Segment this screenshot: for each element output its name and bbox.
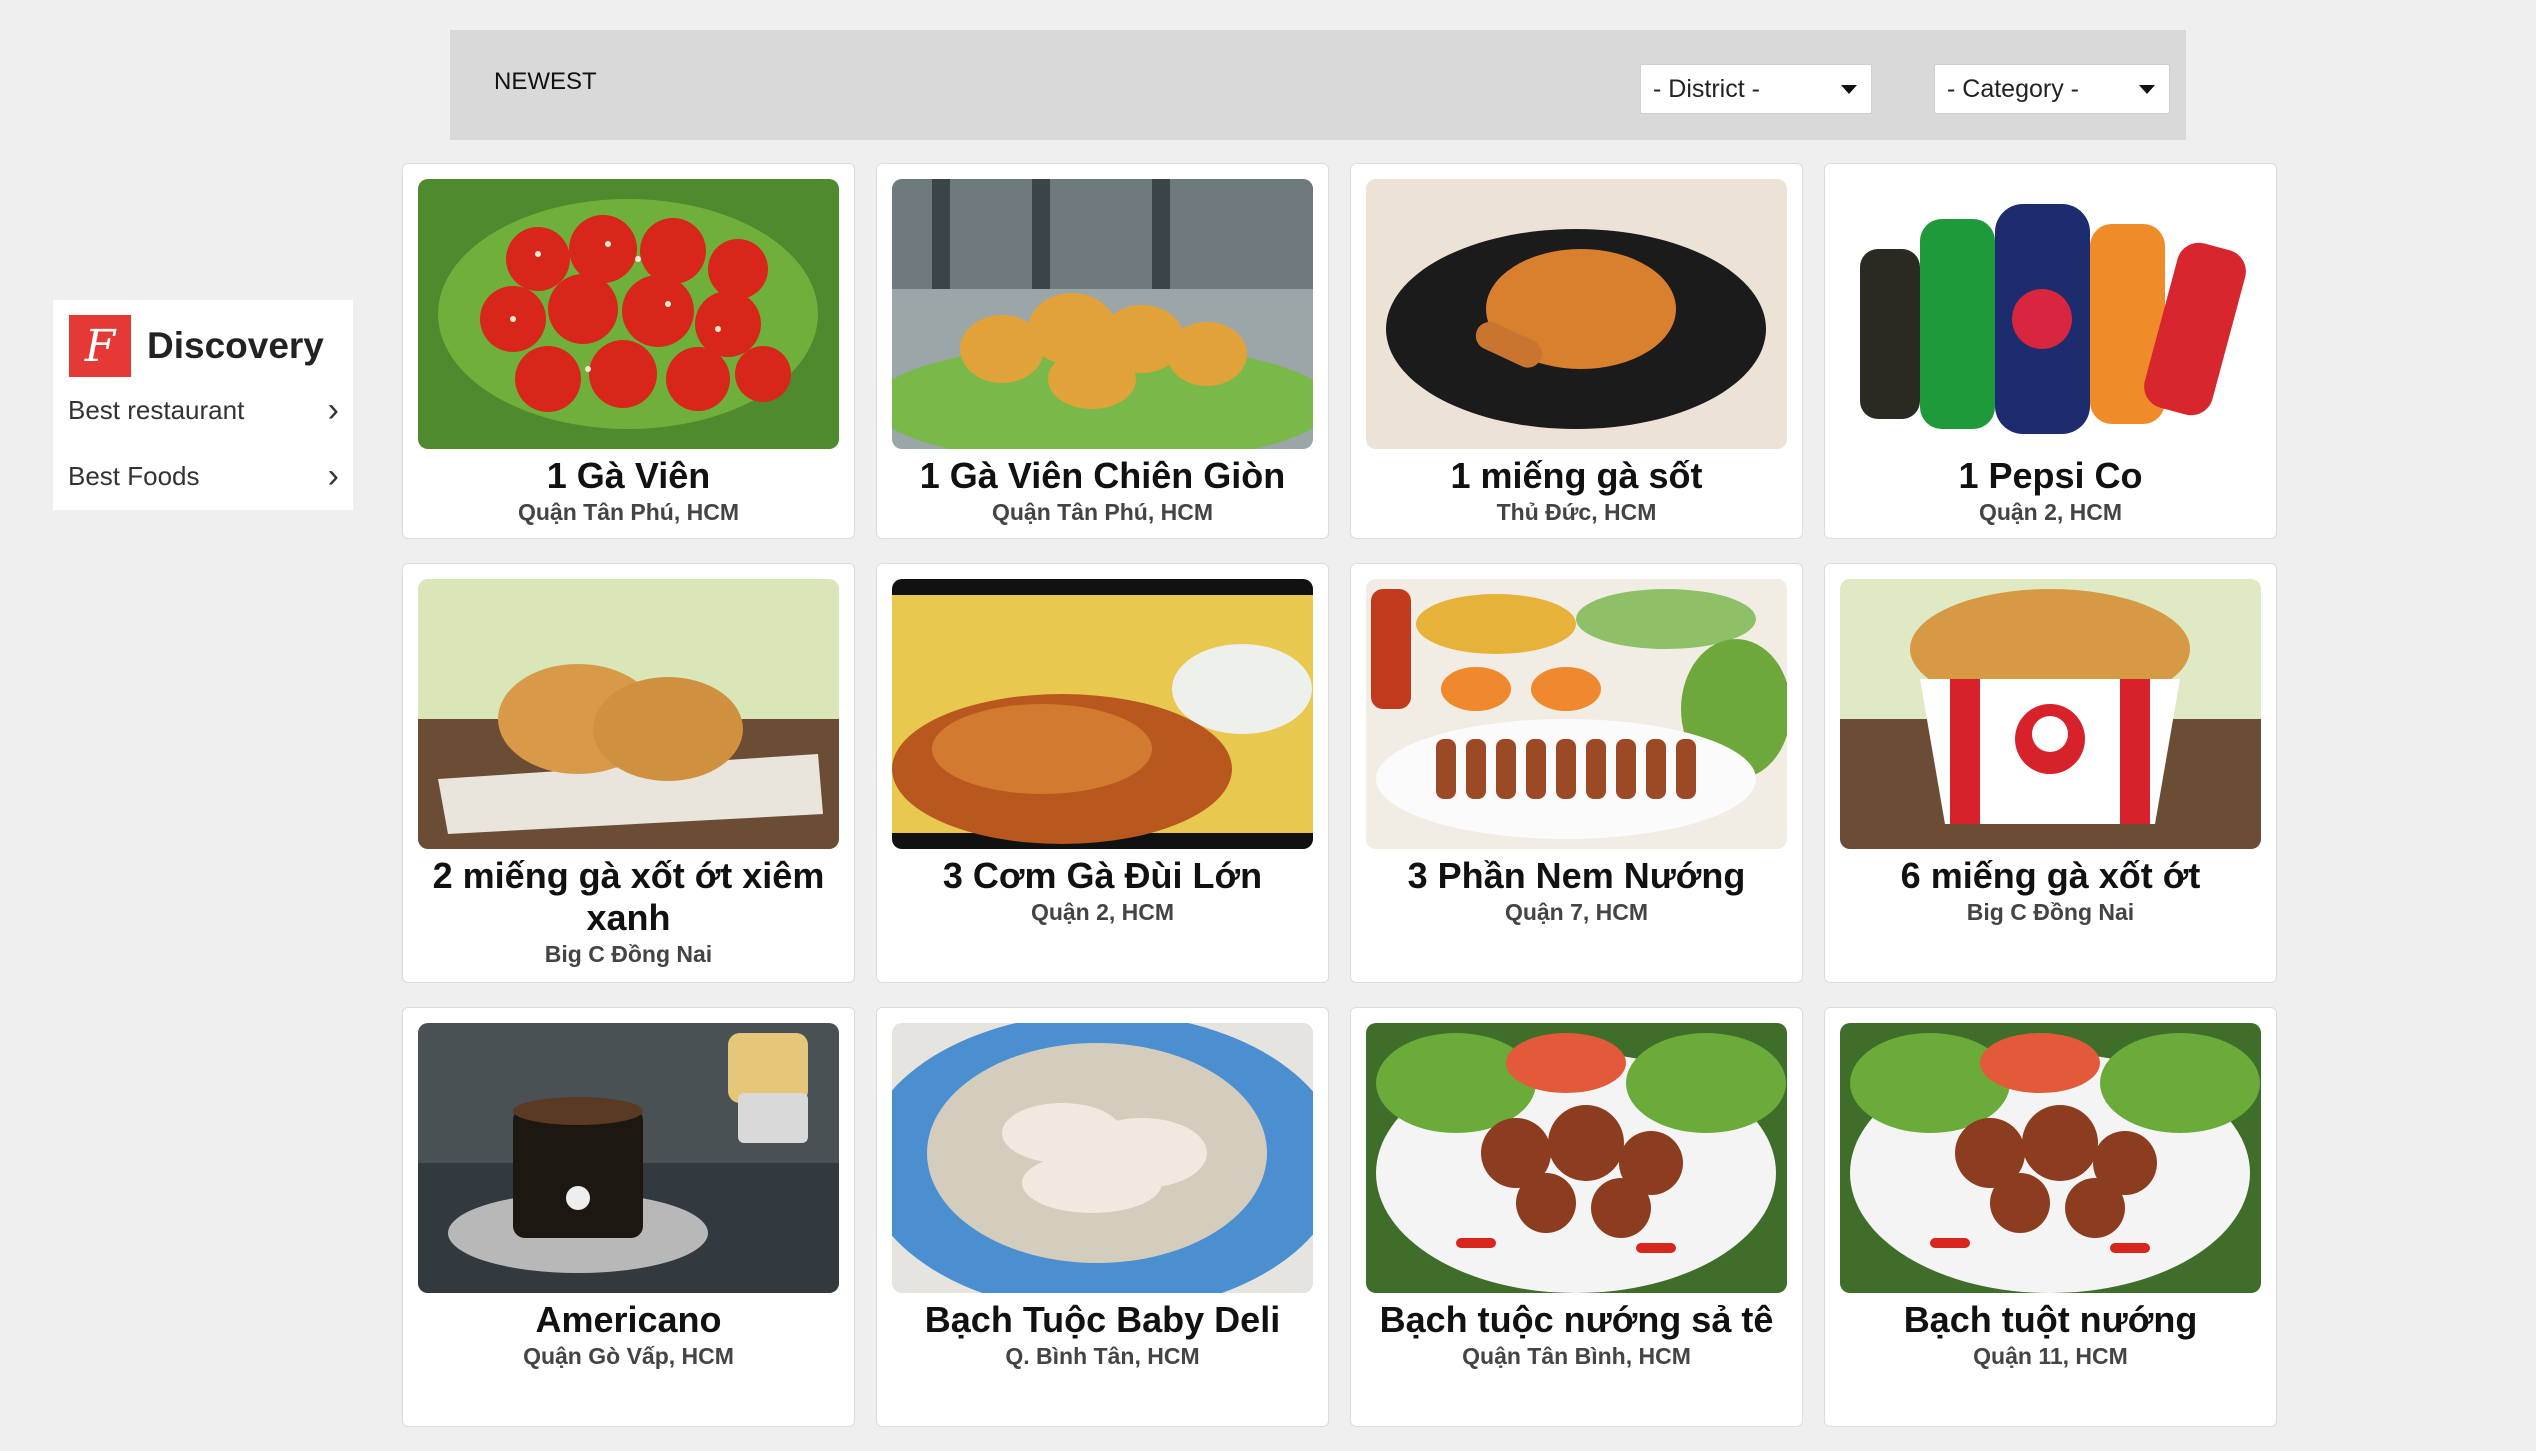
food-card[interactable]: 3 Cơm Gà Đùi Lớn Quận 2, HCM [876,563,1329,983]
chevron-right-icon: › [327,456,339,495]
food-card[interactable]: Americano Quận Gò Vấp, HCM [402,1007,855,1427]
food-location: Quận 2, HCM [1030,899,1175,925]
food-card[interactable]: 1 Gà Viên Chiên Giòn Quận Tân Phú, HCM [876,163,1329,539]
food-card[interactable]: Bạch tuộc nướng sả tê Quận Tân Bình, HCM [1350,1007,1803,1427]
district-select-value: - District - [1653,74,1760,103]
sort-newest-label[interactable]: NEWEST [494,68,597,96]
food-image-grilled-pork-rolls [1366,579,1787,849]
filter-bar: NEWEST - District - - Category - [450,30,2186,140]
food-grid: 1 Gà Viên Quận Tân Phú, HCM 1 Gà Viên Ch… [402,163,2278,1451]
food-location: Quận Gò Vấp, HCM [523,1343,734,1369]
food-card[interactable]: 2 miếng gà xốt ớt xiêm xanh Big C Đồng N… [402,563,855,983]
food-card[interactable]: 6 miếng gà xốt ớt Big C Đồng Nai [1824,563,2277,983]
food-name[interactable]: Americano [418,1299,839,1341]
caret-down-icon [1841,84,1857,94]
food-location: Quận 7, HCM [1504,899,1649,925]
foody-logo-icon[interactable]: F [69,315,131,377]
food-image-soft-drink-bottles [1840,179,2261,449]
food-location: Quận 2, HCM [1978,499,2123,525]
food-card[interactable]: 1 Pepsi Co Quận 2, HCM [1824,163,2277,539]
sidebar-header: F Discovery [53,300,353,377]
sidebar-item-best-foods[interactable]: Best Foods › [53,443,353,509]
food-image-chicken-rice [892,579,1313,849]
sidebar-item-label: Best restaurant [68,394,245,425]
food-image-octopus-plate [892,1023,1313,1293]
food-location: Q. Bình Tân, HCM [1005,1343,1200,1369]
food-name[interactable]: 1 miếng gà sốt [1366,455,1787,497]
food-location: Thủ Đức, HCM [1496,499,1657,525]
sidebar-title: Discovery [147,325,324,366]
sidebar-item-label: Best Foods [68,460,200,491]
food-name[interactable]: 1 Pepsi Co [1840,455,2261,497]
food-name[interactable]: 6 miếng gà xốt ớt [1840,855,2261,897]
food-card[interactable]: Bạch tuột nướng Quận 11, HCM [1824,1007,2277,1427]
food-location: Big C Đồng Nai [1966,899,2135,925]
food-name[interactable]: Bạch tuộc nướng sả tê [1366,1299,1787,1341]
district-select[interactable]: - District - [1640,64,1872,114]
food-location: Quận Tân Phú, HCM [991,499,1214,525]
caret-down-icon [2139,84,2155,94]
food-image-grilled-octopus [1366,1023,1787,1293]
category-select-value: - Category - [1947,74,2079,103]
food-name[interactable]: 1 Gà Viên Chiên Giòn [892,455,1313,497]
food-card[interactable]: 3 Phần Nem Nướng Quận 7, HCM [1350,563,1803,983]
food-location: Quận Tân Bình, HCM [1462,1343,1691,1369]
food-name[interactable]: 3 Cơm Gà Đùi Lớn [892,855,1313,897]
food-card[interactable]: 1 Gà Viên Quận Tân Phú, HCM [402,163,855,539]
food-image-crispy-chicken [892,179,1313,449]
food-location: Quận Tân Phú, HCM [517,499,740,525]
food-image-grilled-octopus [1840,1023,2261,1293]
sidebar-item-best-restaurant[interactable]: Best restaurant › [53,377,353,443]
food-name[interactable]: Bạch tuột nướng [1840,1299,2261,1341]
food-location: Big C Đồng Nai [544,941,713,967]
food-image-chicken-bucket [1840,579,2261,849]
food-image-coffee-cup [418,1023,839,1293]
food-image-fried-chicken-pieces [418,579,839,849]
food-name[interactable]: 1 Gà Viên [418,455,839,497]
food-location: Quận 11, HCM [1973,1343,2128,1369]
food-name[interactable]: 2 miếng gà xốt ớt xiêm xanh [418,855,839,939]
discovery-sidebar: F Discovery Best restaurant › Best Foods… [53,300,353,510]
food-image-chicken-drumstick-plate [1366,179,1787,449]
food-image-spicy-chicken-balls [418,179,839,449]
category-select[interactable]: - Category - [1934,64,2170,114]
food-name[interactable]: Bạch Tuộc Baby Deli [892,1299,1313,1341]
food-card[interactable]: Bạch Tuộc Baby Deli Q. Bình Tân, HCM [876,1007,1329,1427]
chevron-right-icon: › [327,390,339,429]
food-card[interactable]: 1 miếng gà sốt Thủ Đức, HCM [1350,163,1803,539]
food-name[interactable]: 3 Phần Nem Nướng [1366,855,1787,897]
